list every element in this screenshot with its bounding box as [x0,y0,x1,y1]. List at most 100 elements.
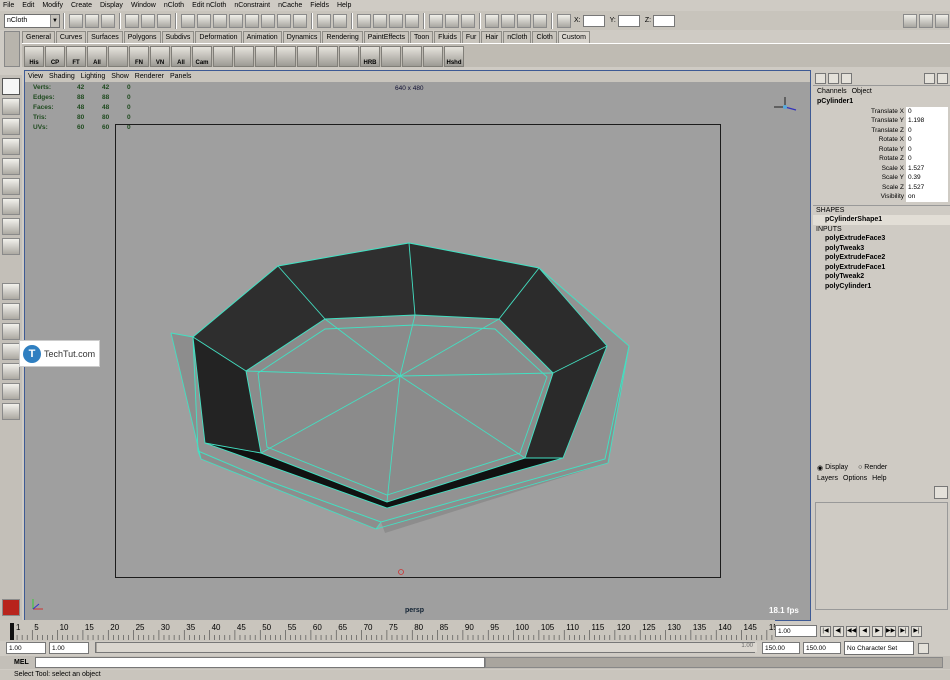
snap-plane-icon[interactable] [405,13,419,28]
shelf-tab-subdivs[interactable]: Subdivs [161,31,195,43]
channel-value-field[interactable]: 0 [906,135,948,145]
channel-row[interactable]: Translate Y 1.198 [813,116,950,126]
last-tool-icon[interactable] [2,238,20,255]
mask-render-icon[interactable] [277,13,291,28]
shelf-button-icon[interactable]: FT [66,46,86,67]
move-tool-icon[interactable] [2,138,20,155]
mask-misc-icon[interactable] [293,13,307,28]
layer-list[interactable] [815,502,948,610]
menu-file[interactable]: File [3,2,14,9]
playback-button-icon[interactable]: ▶▶ [885,625,896,637]
layout-single-icon[interactable] [2,283,20,300]
menu-create[interactable]: Create [71,2,92,9]
output-ops-icon[interactable] [445,13,459,28]
snap-point-icon[interactable] [389,13,403,28]
channel-value-field[interactable]: 0 [906,144,948,154]
channel-row[interactable]: Translate Z0 [813,125,950,135]
shape-node[interactable]: pCylinderShape1 [813,215,950,225]
shelf-tab-hair[interactable]: Hair [481,31,503,43]
range-slider[interactable]: 1.00 [95,642,757,653]
playback-button-icon[interactable]: ◀| [833,625,844,637]
ipr-render-icon[interactable] [517,13,531,28]
shelf-button-icon[interactable]: VN [150,46,170,67]
range-start-field[interactable]: 1.00 [6,642,46,654]
current-frame-marker[interactable] [10,623,14,640]
menu-modify[interactable]: Modify [42,2,63,9]
input-node[interactable]: polyExtrudeFace1 [813,263,950,273]
shelf-menu-button[interactable] [4,31,20,67]
channel-row[interactable]: Rotate Z0 [813,154,950,164]
input-node[interactable]: polyTweak2 [813,272,950,282]
shelf-tab-fluids[interactable]: Fluids [434,31,461,43]
menu-window[interactable]: Window [131,2,156,9]
menu-fields[interactable]: Fields [310,2,329,9]
mel-input[interactable] [34,657,485,668]
shelf-tab-general[interactable]: General [22,31,55,43]
layout-hypershade-icon[interactable] [2,363,20,380]
input-node[interactable]: polyTweak3 [813,244,950,254]
channel-value-field[interactable]: 0 [906,154,948,164]
input-node[interactable]: polyExtrudeFace2 [813,253,950,263]
shelf-button-icon[interactable] [423,46,443,67]
mask-joints-icon[interactable] [197,13,211,28]
layout-graph-icon[interactable] [2,343,20,360]
z-field[interactable] [653,14,676,27]
current-time-field[interactable]: 1.00 [775,625,817,637]
menu-edit[interactable]: Edit [22,2,34,9]
shelf-button-icon[interactable]: Hshd [444,46,464,67]
persp-viewport[interactable]: View Shading Lighting Show Renderer Panels [24,70,811,621]
manipulator-tool-icon[interactable] [2,198,20,215]
soft-mod-tool-icon[interactable] [2,218,20,235]
playback-button-icon[interactable]: ▶| [911,625,922,637]
shelf-button-icon[interactable] [381,46,401,67]
show-tool-settings-icon[interactable] [919,13,933,28]
range-slider-thumb[interactable]: 1.00 [97,643,757,652]
menu-display[interactable]: Display [100,2,123,9]
menu-help[interactable]: Help [337,2,351,9]
mask-surfaces-icon[interactable] [229,13,243,28]
shelf-button-icon[interactable] [255,46,275,67]
shelf-tab-cloth[interactable]: Cloth [532,31,557,43]
help-menu[interactable]: Help [872,475,886,482]
shelf-tab-painteffects[interactable]: PaintEffects [363,31,409,43]
channel-row[interactable]: Rotate X0 [813,135,950,145]
input-node[interactable]: polyExtrudeFace3 [813,234,950,244]
layer-editor-icon[interactable] [828,73,839,84]
menu-nconstraint[interactable]: nConstraint [234,2,270,9]
shelf-button-icon[interactable] [108,46,128,67]
options-menu[interactable]: Options [843,475,867,482]
show-channel-box-icon[interactable] [935,13,949,28]
select-object-icon[interactable] [141,13,155,28]
new-layer-icon[interactable] [934,486,948,499]
layout-more-icon[interactable] [2,403,20,420]
object-menu[interactable]: Object [852,88,872,95]
shelf-tab-toon[interactable]: Toon [409,31,434,43]
render-view-icon[interactable] [485,13,499,28]
shelf-tab-polygons[interactable]: Polygons [123,31,161,43]
shelf-button-icon[interactable]: CP [45,46,65,67]
shelf-button-icon[interactable]: Cam [192,46,212,67]
channel-row[interactable]: Scale Y 0.39 [813,173,950,183]
shelf-button-icon[interactable]: HRB [360,46,380,67]
snap-grid-icon[interactable] [357,13,371,28]
layout-custom-icon[interactable] [2,383,20,400]
channels-menu[interactable]: Channels [817,88,847,95]
scale-tool-icon[interactable] [2,178,20,195]
channel-value-field[interactable]: 0.39 [906,173,948,183]
shelf-button-icon[interactable] [318,46,338,67]
tool-settings-toggle-icon[interactable] [937,73,948,84]
shelf-tab-custom[interactable]: Custom [557,31,590,43]
range-max-field[interactable]: 150.00 [803,642,841,654]
shelf-button-icon[interactable] [234,46,254,67]
mask-curves-icon[interactable] [213,13,227,28]
channel-row[interactable]: Scale X 1.527 [813,163,950,173]
both-panels-icon[interactable] [841,73,852,84]
shelf-button-icon[interactable]: All [171,46,191,67]
playback-button-icon[interactable]: ◀ [859,625,870,637]
lock-selection-icon[interactable] [317,13,331,28]
x-field[interactable] [582,14,605,27]
y-field[interactable] [617,14,640,27]
shelf-tab-animation[interactable]: Animation [242,31,282,43]
render-radio-icon[interactable]: ○ [858,464,862,471]
shelf-button-icon[interactable]: FN [129,46,149,67]
